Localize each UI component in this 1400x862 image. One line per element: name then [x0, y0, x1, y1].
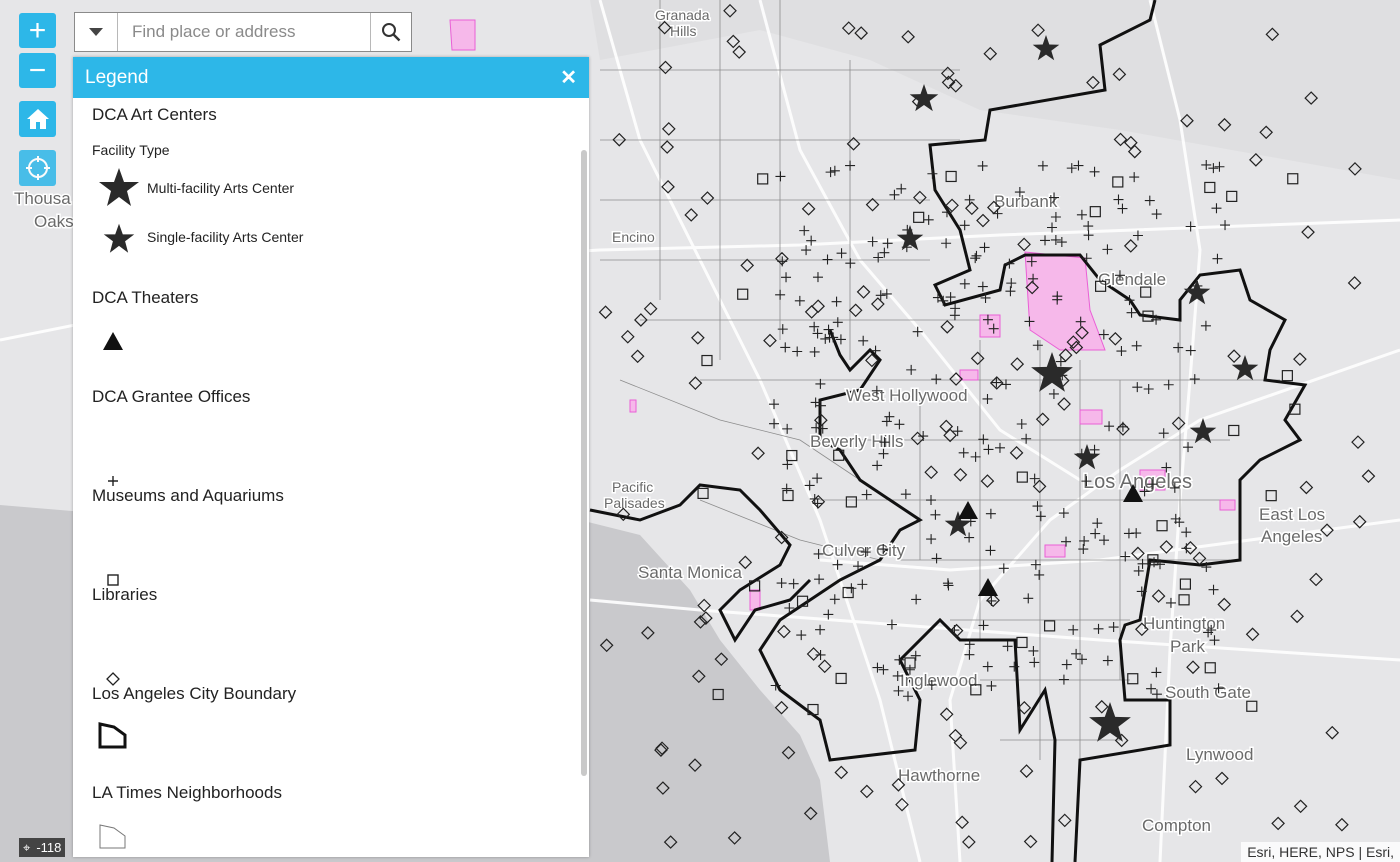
- map-label-hawthorne: Hawthorne: [898, 766, 980, 785]
- home-icon: [26, 109, 49, 129]
- map-label-lynwood: Lynwood: [1186, 745, 1253, 764]
- map-label-granada: Granada: [655, 7, 710, 23]
- coordinate-readout: ⌖ -118: [19, 838, 66, 857]
- map-label-west-hollywood: West Hollywood: [846, 386, 968, 405]
- map-label-angeles: Angeles: [1261, 527, 1322, 546]
- legend-body: DCA Art Centers Facility Type Multi-faci…: [73, 98, 589, 857]
- map-label-pacific: Pacific: [612, 479, 653, 495]
- large-star-icon: [99, 168, 139, 206]
- search-button[interactable]: [370, 13, 411, 51]
- zoom-out-button[interactable]: −: [19, 53, 56, 88]
- locate-icon: [25, 156, 50, 180]
- legend-item-multi-facility: Multi-facility Arts Center: [147, 180, 295, 196]
- small-star-icon: [103, 223, 135, 253]
- map-label-santa-monica: Santa Monica: [638, 563, 742, 582]
- close-icon[interactable]: ✕: [560, 65, 577, 90]
- map-label-east-la: East Los: [1259, 505, 1325, 524]
- map-label-oaks: Oaks: [34, 212, 74, 231]
- crosshair-icon: ⌖: [23, 839, 31, 855]
- search-widget: [74, 12, 412, 52]
- legend-heading-art-centers: DCA Art Centers: [92, 105, 217, 124]
- neighborhood-polygon-icon: [99, 824, 126, 849]
- legend-panel: Legend ✕ DCA Art Centers Facility Type M…: [73, 57, 589, 857]
- map-label-burbank: Burbank: [994, 192, 1058, 211]
- map-label-culver-city: Culver City: [822, 541, 906, 560]
- map-label-palisades: Palisades: [604, 495, 665, 511]
- legend-scrollbar[interactable]: [581, 150, 587, 776]
- map-label-encino: Encino: [612, 229, 655, 245]
- legend-heading-theaters: DCA Theaters: [92, 288, 199, 307]
- map-label-hills: Hills: [670, 23, 696, 39]
- locate-button[interactable]: [19, 150, 56, 186]
- map-label-glendale: Glendale: [1098, 270, 1166, 289]
- legend-item-single-facility: Single-facility Arts Center: [147, 229, 304, 245]
- boundary-polygon-icon: [98, 722, 127, 749]
- caret-down-icon: [89, 28, 103, 36]
- map-label-park: Park: [1170, 637, 1205, 656]
- zoom-in-button[interactable]: +: [19, 13, 56, 48]
- map-label-inglewood: Inglewood: [900, 671, 978, 690]
- legend-heading-museums: Museums and Aquariums: [92, 486, 284, 505]
- legend-header: Legend ✕: [73, 57, 589, 98]
- map-attribution: Esri, HERE, NPS | Esri,: [1241, 842, 1400, 862]
- map-label-thousand: Thousa: [14, 189, 71, 208]
- search-source-dropdown[interactable]: [75, 13, 118, 51]
- map-label-beverly-hills: Beverly Hills: [810, 432, 904, 451]
- legend-heading-neighborhoods: LA Times Neighborhoods: [92, 783, 282, 802]
- triangle-icon: [103, 332, 123, 350]
- map-label-south-gate: South Gate: [1165, 683, 1251, 702]
- home-button[interactable]: [19, 101, 56, 137]
- legend-subheading-facility-type: Facility Type: [92, 142, 170, 158]
- search-icon: [382, 23, 401, 42]
- map-label-compton: Compton: [1142, 816, 1211, 835]
- coordinate-value: -118: [36, 840, 62, 855]
- map-label-los-angeles: Los Angeles: [1083, 471, 1192, 493]
- legend-heading-city-boundary: Los Angeles City Boundary: [92, 684, 297, 703]
- legend-heading-libraries: Libraries: [92, 585, 158, 604]
- legend-title: Legend: [85, 66, 149, 88]
- search-input[interactable]: [118, 13, 370, 51]
- legend-heading-grantee-offices: DCA Grantee Offices: [92, 387, 251, 406]
